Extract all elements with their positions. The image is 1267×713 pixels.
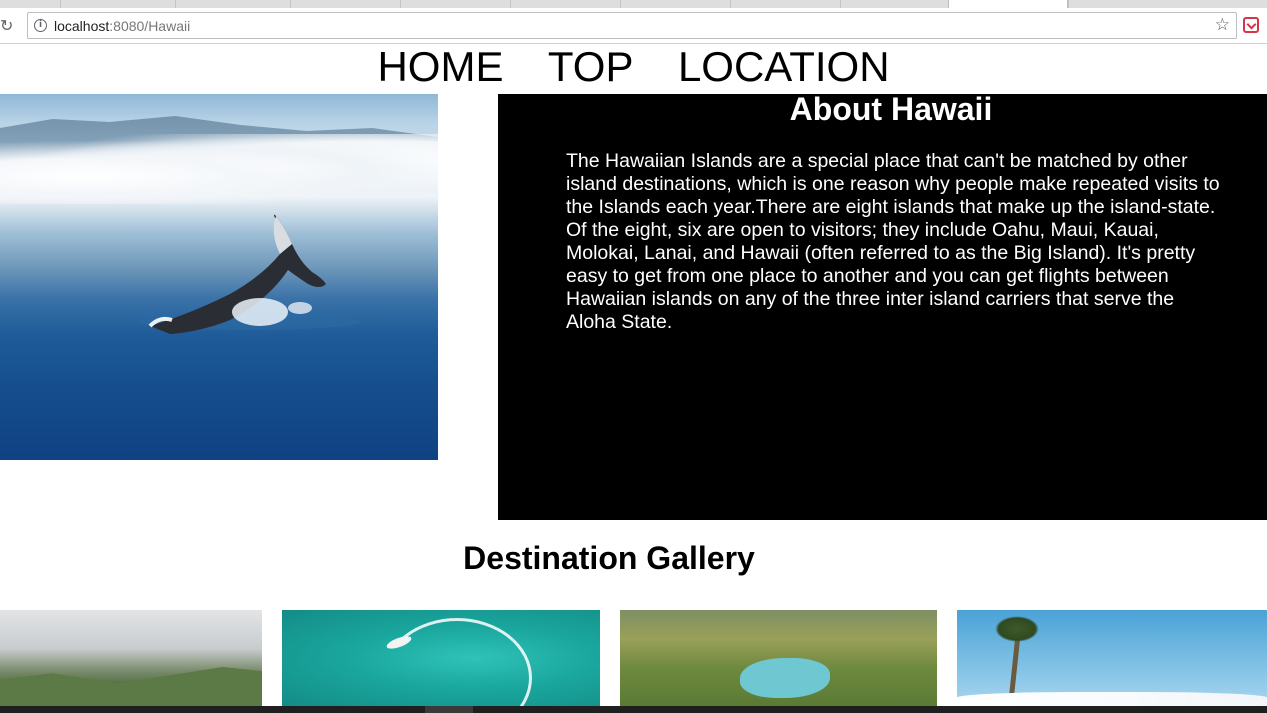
browser-tab[interactable] [290, 0, 400, 8]
url-text[interactable]: localhost:8080/Hawaii [54, 18, 190, 34]
gallery-image-palm[interactable] [957, 610, 1267, 706]
browser-tab-active[interactable] [948, 0, 1068, 8]
browser-tab[interactable] [60, 0, 170, 8]
taskbar [0, 706, 1267, 713]
address-bar[interactable]: i localhost:8080/Hawaii ☆ [27, 12, 1237, 39]
about-title: About Hawaii [789, 91, 993, 127]
about-panel: About Hawaii The Hawaiian Islands are a … [498, 91, 1267, 520]
browser-tab[interactable] [175, 0, 285, 8]
browser-tab[interactable] [840, 0, 950, 8]
browser-toolbar: ↻ i localhost:8080/Hawaii ☆ [0, 8, 1267, 44]
star-icon[interactable]: ☆ [1215, 15, 1230, 35]
gallery-image-lagoon[interactable] [620, 610, 937, 706]
nav-location-link[interactable]: LOCATION [678, 44, 890, 90]
url-path: :8080/Hawaii [109, 18, 191, 34]
gallery-row [0, 610, 1267, 706]
shore-shape [957, 692, 1267, 706]
browser-tab[interactable] [730, 0, 840, 8]
wake-shape [382, 618, 532, 706]
whale-tail-image [0, 94, 438, 460]
whale-tail-graphic [140, 214, 360, 334]
about-body: The Hawaiian Islands are a special place… [566, 150, 1220, 333]
gallery-image-boat[interactable] [282, 610, 600, 706]
browser-tab[interactable] [510, 0, 620, 8]
url-host: localhost [54, 18, 110, 34]
palm-fronds-shape [995, 616, 1039, 642]
browser-tab-strip [0, 0, 1267, 8]
info-icon[interactable]: i [34, 19, 47, 32]
hill-shape [0, 667, 262, 706]
pocket-icon[interactable] [1243, 17, 1259, 33]
gallery-image-valley[interactable] [0, 610, 262, 706]
taskbar-item[interactable] [425, 706, 473, 713]
nav-top-link[interactable]: TOP [548, 44, 634, 90]
nav-home-link[interactable]: HOME [377, 44, 503, 90]
site-nav: HOME TOP LOCATION [0, 44, 1267, 92]
gallery-title: Destination Gallery [463, 540, 755, 576]
browser-tab[interactable] [620, 0, 730, 8]
browser-tab[interactable] [400, 0, 510, 8]
reload-icon[interactable]: ↻ [0, 17, 18, 35]
browser-tab[interactable] [1068, 0, 1178, 8]
lagoon-shape [740, 658, 830, 698]
